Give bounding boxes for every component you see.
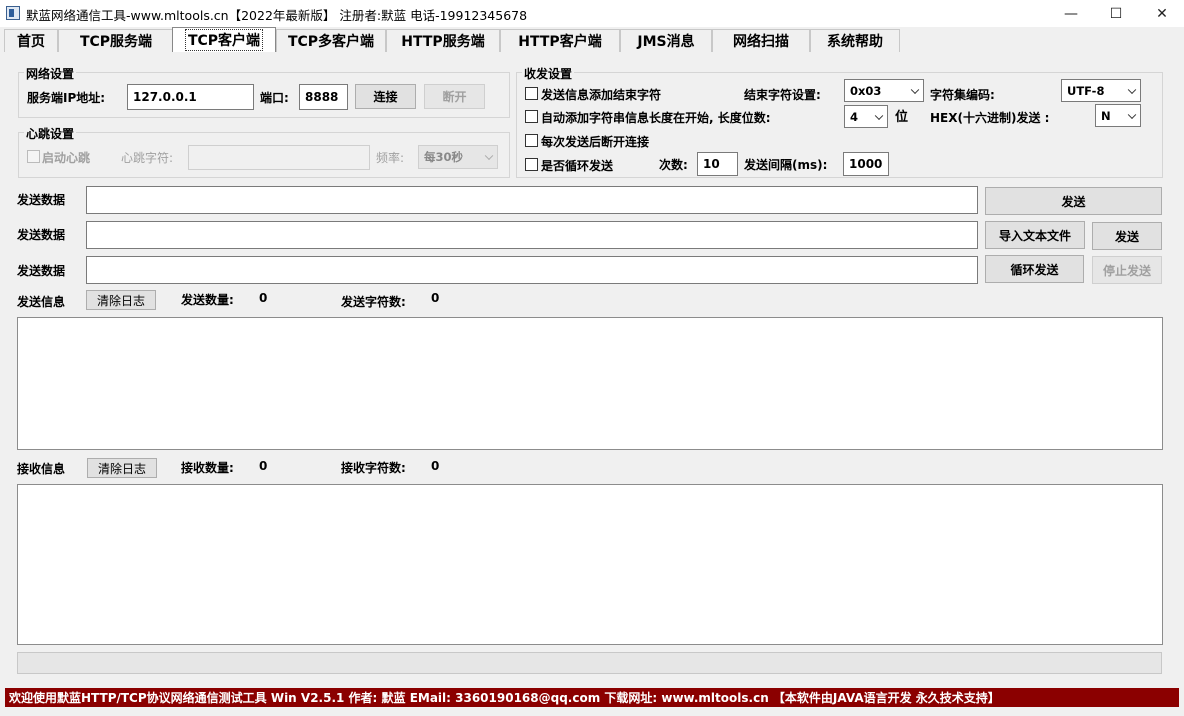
tab-strip: 首页 TCP服务端 TCP客户端 TCP多客户端 HTTP服务端 HTTP客户端… [0,27,1184,53]
chevron-down-icon [910,85,920,94]
server-ip-label: 服务端IP地址: [27,91,106,105]
tab-tcp-server[interactable]: TCP服务端 [58,29,174,52]
send-log-area[interactable] [17,317,1163,450]
add-end-char-checkbox[interactable] [525,87,538,100]
send-count-value: 0 [259,291,268,305]
chevron-down-icon [1127,110,1137,119]
send-data-input-3[interactable] [86,256,978,284]
auto-length-label: 自动添加字符串信息长度在开始, 长度位数: [541,111,771,125]
disconnect-after-send-checkbox[interactable] [525,134,538,147]
recv-count-value: 0 [259,459,268,473]
enable-heartbeat-checkbox[interactable] [27,150,40,163]
clear-send-log-button[interactable]: 清除日志 [86,290,156,310]
loop-count-label: 次数: [659,158,688,172]
send-count-label: 发送数量: [181,293,234,307]
auto-length-checkbox[interactable] [525,110,538,123]
loop-send-checkbox[interactable] [525,158,538,171]
loop-send-label: 是否循环发送 [541,159,614,173]
heartbeat-char-label: 心跳字符: [121,151,174,165]
send-data-input-2[interactable] [86,221,978,249]
send-chars-value: 0 [431,291,440,305]
hex-send-select[interactable]: N [1095,104,1141,127]
recv-chars-label: 接收字符数: [341,461,406,475]
hex-send-label: HEX(十六进制)发送 : [930,111,1050,125]
send-data-input-1[interactable] [86,186,978,214]
disconnect-after-send-label: 每次发送后断开连接 [541,135,650,149]
tab-home[interactable]: 首页 [4,29,58,52]
window-title: 默蓝网络通信工具-www.mltools.cn【2022年最新版】 注册者:默蓝… [26,8,528,23]
server-ip-input[interactable]: 127.0.0.1 [127,84,254,110]
send-log-label: 发送信息 [17,295,66,309]
app-icon [6,6,20,20]
send-data-label-2: 发送数据 [17,228,66,242]
minimize-button[interactable]: — [1048,0,1094,27]
recv-log-area[interactable] [17,484,1163,645]
charset-label: 字符集编码: [930,88,995,102]
chevron-down-icon [874,111,884,120]
length-unit-label: 位 [895,110,909,125]
close-button[interactable]: ✕ [1139,0,1184,27]
port-input[interactable]: 8888 [299,84,348,110]
send-button-2[interactable]: 发送 [1092,222,1162,250]
send-button-1[interactable]: 发送 [985,187,1162,215]
heartbeat-settings-title: 心跳设置 [24,125,77,142]
length-digits-select[interactable]: 4 [844,105,888,128]
sendrecv-settings-title: 收发设置 [522,65,575,82]
chevron-down-icon [484,151,494,161]
tab-network-scan[interactable]: 网络扫描 [712,29,810,52]
heartbeat-freq-select[interactable]: 每30秒 [418,145,498,169]
status-bar: 欢迎使用默蓝HTTP/TCP协议网络通信测试工具 Win V2.5.1 作者: … [5,688,1179,707]
tab-http-client[interactable]: HTTP客户端 [500,29,620,52]
tab-tcp-multi-client[interactable]: TCP多客户端 [276,29,386,52]
recv-chars-value: 0 [431,459,440,473]
end-char-label: 结束字符设置: [744,88,821,102]
end-char-select[interactable]: 0x03 [844,79,924,102]
send-interval-label: 发送间隔(ms): [744,158,828,172]
charset-select[interactable]: UTF-8 [1061,79,1141,102]
progress-bar [17,652,1162,674]
network-settings-title: 网络设置 [24,65,77,82]
tab-system-help[interactable]: 系统帮助 [810,29,900,52]
add-end-char-label: 发送信息添加结束字符 [541,88,662,102]
send-interval-input[interactable]: 1000 [843,152,889,176]
send-data-label-3: 发送数据 [17,264,66,278]
clear-recv-log-button[interactable]: 清除日志 [87,458,157,478]
chevron-down-icon [1127,85,1137,94]
loop-count-input[interactable]: 10 [697,152,738,176]
tab-jms[interactable]: JMS消息 [620,29,712,52]
connect-button[interactable]: 连接 [355,84,416,109]
send-chars-label: 发送字符数: [341,295,406,309]
port-label: 端口: [260,91,289,105]
stop-send-button[interactable]: 停止发送 [1092,256,1162,284]
enable-heartbeat-label: 启动心跳 [42,151,91,165]
recv-log-label: 接收信息 [17,462,66,476]
disconnect-button[interactable]: 断开 [424,84,485,109]
recv-count-label: 接收数量: [181,461,234,475]
import-text-file-button[interactable]: 导入文本文件 [985,221,1085,249]
heartbeat-freq-label: 频率: [376,151,405,165]
tab-tcp-client[interactable]: TCP客户端 [172,27,276,52]
heartbeat-char-input[interactable] [188,145,370,170]
loop-send-button[interactable]: 循环发送 [985,255,1084,283]
tab-http-server[interactable]: HTTP服务端 [386,29,500,52]
send-data-label-1: 发送数据 [17,193,66,207]
maximize-button[interactable]: ☐ [1093,0,1139,27]
title-bar: 默蓝网络通信工具-www.mltools.cn【2022年最新版】 注册者:默蓝… [0,0,1184,27]
